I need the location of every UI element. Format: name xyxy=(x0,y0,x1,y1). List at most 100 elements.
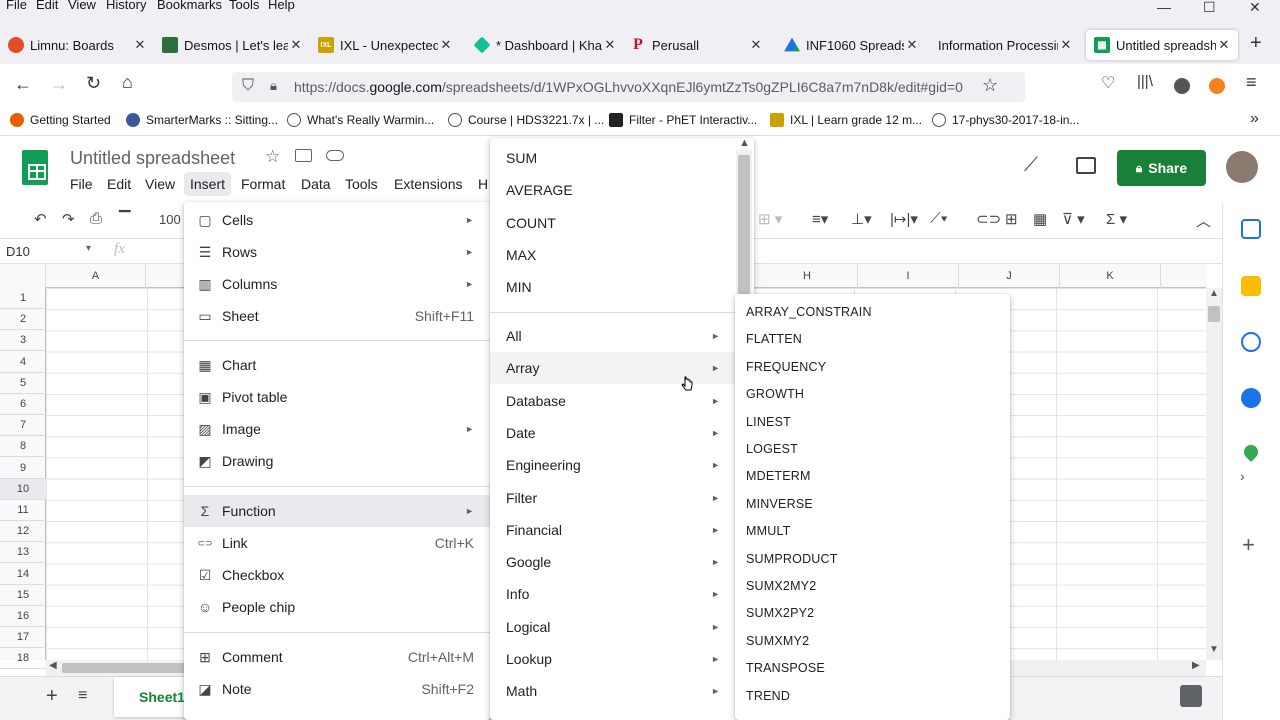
collapse-panel-icon[interactable]: › xyxy=(1240,468,1245,484)
array-function-flatten[interactable]: FLATTEN xyxy=(746,332,802,346)
url-bar[interactable]: ⛉ 🔒︎ https://docs.google.com/spreadsheet… xyxy=(232,72,1025,102)
tasks-icon[interactable] xyxy=(1241,332,1261,352)
minimize-icon[interactable]: — xyxy=(1157,0,1171,15)
function-item-max[interactable]: MAX xyxy=(490,239,736,271)
array-function-growth[interactable]: GROWTH xyxy=(746,387,804,401)
row-header[interactable]: 6 xyxy=(0,394,46,415)
link-icon[interactable]: ⊂⊃ xyxy=(976,210,1001,228)
function-category-info[interactable]: Info ► xyxy=(490,578,736,610)
pocket-icon[interactable]: ♡ xyxy=(1101,73,1115,93)
menu-view[interactable]: View xyxy=(145,176,175,192)
array-function-minverse[interactable]: MINVERSE xyxy=(746,497,813,511)
menu-file[interactable]: File xyxy=(70,176,93,192)
function-category-financial[interactable]: Financial ► xyxy=(490,514,736,546)
function-category-math[interactable]: Math ► xyxy=(490,675,736,707)
tracking-shield-icon[interactable]: ⛉ xyxy=(242,77,254,95)
share-button[interactable]: 🔒︎ Share xyxy=(1117,150,1206,186)
insert-menu-item-cells[interactable]: ▢ Cells ► xyxy=(184,204,490,236)
horizontal-align-icon[interactable]: ≡▾ xyxy=(812,210,828,228)
more-bookmarks-icon[interactable]: » xyxy=(1250,110,1259,128)
bookmark-item[interactable]: SmarterMarks :: Sitting... xyxy=(126,113,278,127)
insert-menu-item-drawing[interactable]: ◩ Drawing xyxy=(184,445,490,477)
function-menu-scroll-up-icon[interactable]: ▲ xyxy=(739,137,750,149)
keep-icon[interactable] xyxy=(1241,276,1261,296)
array-function-sumproduct[interactable]: SUMPRODUCT xyxy=(746,552,838,566)
avatar[interactable] xyxy=(1226,151,1258,183)
tab-close-icon[interactable]: ✕ xyxy=(288,37,304,53)
tab-ixl[interactable]: IXL IXL - Unexpected ✕ xyxy=(318,30,454,60)
maximize-icon[interactable]: ☐ xyxy=(1203,0,1216,16)
function-category-database[interactable]: Database ► xyxy=(490,385,736,417)
insert-menu-item-checkbox[interactable]: ☑ Checkbox xyxy=(184,559,490,591)
row-header[interactable]: 1 xyxy=(0,288,46,309)
function-category-engineering[interactable]: Engineering ► xyxy=(490,449,736,481)
insert-menu-item-chart[interactable]: ▦ Chart xyxy=(184,349,490,381)
row-header[interactable]: 11 xyxy=(0,500,46,521)
name-box-dropdown-icon[interactable]: ▾ xyxy=(86,243,91,254)
activity-trend-icon[interactable]: ⟋ xyxy=(1024,154,1038,177)
insert-menu-item-pivot-table[interactable]: ▣ Pivot table xyxy=(184,381,490,413)
browser-menu-history[interactable]: History xyxy=(106,0,146,12)
function-menu-scroll-thumb[interactable] xyxy=(738,155,750,295)
tab-information-processing[interactable]: Information Processin ✕ xyxy=(938,30,1074,60)
star-icon[interactable]: ☆ xyxy=(265,147,280,167)
insert-menu-item-image[interactable]: ▨ Image ► xyxy=(184,413,490,445)
function-category-all[interactable]: All ► xyxy=(490,320,736,352)
tab-untitled-spreadsheet[interactable]: ▦ Untitled spreadshe ✕ xyxy=(1086,30,1238,60)
collapse-toolbar-icon[interactable]: ︿ xyxy=(1196,210,1211,231)
function-category-logical[interactable]: Logical ► xyxy=(490,611,736,643)
insert-menu-item-comment[interactable]: ⊞ Comment Ctrl+Alt+M xyxy=(184,641,490,673)
select-all-corner[interactable] xyxy=(0,264,46,288)
browser-menu-bookmarks[interactable]: Bookmarks xyxy=(157,0,222,12)
row-header[interactable]: 17 xyxy=(0,627,46,649)
insert-menu-item-people-chip[interactable]: ☺ People chip xyxy=(184,591,490,623)
row-header[interactable]: 16 xyxy=(0,606,46,627)
tab-close-icon[interactable]: ✕ xyxy=(748,37,764,53)
hamburger-menu-icon[interactable]: ≡ xyxy=(1246,72,1257,93)
row-header[interactable]: 5 xyxy=(0,373,46,394)
home-icon[interactable]: ⌂ xyxy=(122,72,133,93)
array-function-sumx2my2[interactable]: SUMX2MY2 xyxy=(746,579,816,593)
array-function-mdeterm[interactable]: MDETERM xyxy=(746,469,811,483)
back-icon[interactable]: ← xyxy=(14,74,32,95)
move-folder-icon[interactable] xyxy=(295,149,312,162)
insert-menu-item-rows[interactable]: ☰ Rows ► xyxy=(184,236,490,268)
function-item-sum[interactable]: SUM xyxy=(490,142,736,174)
extension-icon[interactable] xyxy=(1209,78,1225,94)
insert-menu-item-function[interactable]: Σ Function ► xyxy=(184,495,490,527)
forward-icon[interactable]: → xyxy=(50,74,68,95)
menu-format[interactable]: Format xyxy=(241,176,285,192)
row-header[interactable]: 14 xyxy=(0,564,46,585)
bookmark-item[interactable]: IXL | Learn grade 12 m... xyxy=(770,113,922,127)
tab-desmos[interactable]: Desmos | Let's lea ✕ xyxy=(162,30,304,60)
array-function-linest[interactable]: LINEST xyxy=(746,415,791,429)
browser-menu-file[interactable]: File xyxy=(6,0,27,12)
merge-cells-icon[interactable]: ⊞ ▾ xyxy=(758,210,782,228)
row-header[interactable]: 4 xyxy=(0,352,46,373)
insert-menu-item-link[interactable]: ⊂⊃ Link Ctrl+K xyxy=(184,527,490,559)
insert-menu-item-sheet[interactable]: ▭ Sheet Shift+F11 xyxy=(184,300,490,332)
column-header-a[interactable]: A xyxy=(46,264,146,288)
bookmark-item[interactable]: What's Really Warmin... xyxy=(287,113,434,127)
row-header[interactable]: 18 xyxy=(0,648,46,670)
undo-icon[interactable]: ↶ xyxy=(34,210,47,228)
function-category-google[interactable]: Google ► xyxy=(490,546,736,578)
function-item-average[interactable]: AVERAGE xyxy=(490,174,736,206)
account-icon[interactable] xyxy=(1174,78,1190,94)
column-header-k[interactable]: K xyxy=(1060,264,1161,288)
menu-insert[interactable]: Insert xyxy=(184,172,232,196)
name-box[interactable]: D10 xyxy=(6,244,30,259)
bookmark-item[interactable]: 17-phys30-2017-18-in... xyxy=(932,113,1079,127)
library-icon[interactable]: |||\ xyxy=(1137,73,1153,90)
tab-close-icon[interactable]: ✕ xyxy=(1058,37,1074,53)
column-header-i[interactable]: I xyxy=(858,264,959,288)
menu-tools[interactable]: Tools xyxy=(345,176,378,192)
menu-help[interactable]: H xyxy=(478,176,488,192)
tab-close-icon[interactable]: ✕ xyxy=(904,37,920,53)
array-function-sumxmy2[interactable]: SUMXMY2 xyxy=(746,634,809,648)
tab-close-icon[interactable]: ✕ xyxy=(602,37,618,53)
row-header[interactable]: 2 xyxy=(0,309,46,331)
window-close-icon[interactable]: ✕ xyxy=(1249,0,1261,16)
row-header[interactable]: 3 xyxy=(0,330,46,352)
menu-edit[interactable]: Edit xyxy=(107,176,131,192)
